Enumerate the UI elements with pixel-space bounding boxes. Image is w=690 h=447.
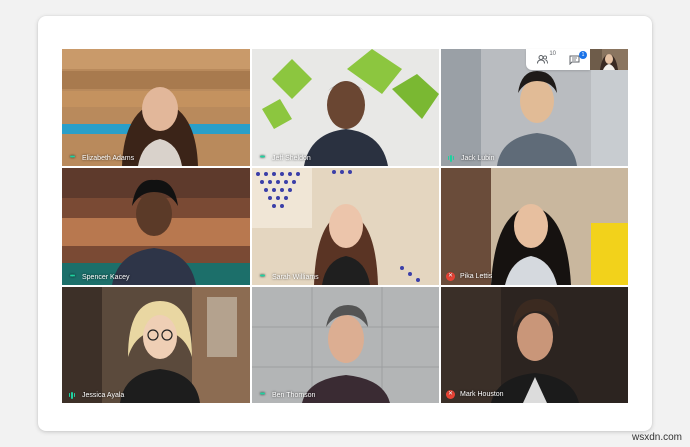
chat-unread-badge: 1 <box>579 51 587 59</box>
participant-name: Ben Thomson <box>272 391 316 399</box>
meeting-window: ••• Elizabeth Adams ••• Jeff Sheldon Jac… <box>38 16 652 431</box>
participant-nameplate: ••• Ben Thomson <box>257 391 316 399</box>
participant-nameplate: ••• Jeff Sheldon <box>257 154 311 162</box>
participant-tile[interactable]: Jessica Ayala <box>62 287 250 403</box>
participant-nameplate: ✕ Pika Lettis <box>446 272 492 281</box>
participant-name: Mark Houston <box>460 391 504 398</box>
participant-name: Jeff Sheldon <box>272 154 311 162</box>
participant-video <box>252 168 439 285</box>
participant-name: Spencer Kacey <box>82 273 130 281</box>
participant-count: 10 <box>549 51 556 57</box>
participant-name: Jessica Ayala <box>82 391 125 399</box>
audio-indicator-icon <box>446 154 456 162</box>
participant-nameplate: ✕ Mark Houston <box>446 390 504 399</box>
participant-name: Elizabeth Adams <box>82 154 135 162</box>
mic-muted-icon: ✕ <box>446 272 455 281</box>
participant-tile[interactable]: ✕ Pika Lettis <box>441 168 628 285</box>
participant-nameplate: ••• Elizabeth Adams <box>67 154 134 162</box>
participant-video <box>441 287 628 403</box>
audio-indicator-icon: ••• <box>259 273 265 280</box>
participant-video <box>62 49 250 166</box>
audio-indicator-icon: ••• <box>69 273 75 280</box>
participant-nameplate: Jack Lubin <box>446 154 494 162</box>
participant-tile[interactable]: ••• Spencer Kacey <box>62 168 250 285</box>
participant-name: Sarah Williams <box>272 273 319 281</box>
meeting-top-controls: 10 1 <box>526 49 590 70</box>
self-view-video <box>590 49 628 70</box>
audio-indicator-icon: ••• <box>259 154 265 161</box>
mic-muted-icon: ✕ <box>446 390 455 399</box>
participant-tile[interactable]: ✕ Mark Houston <box>441 287 628 403</box>
audio-indicator-icon <box>67 391 77 399</box>
participant-tile[interactable]: ••• Ben Thomson <box>252 287 439 403</box>
chat-button[interactable]: 1 <box>558 49 590 70</box>
participant-video <box>62 168 250 285</box>
participant-nameplate: ••• Spencer Kacey <box>67 273 130 281</box>
audio-indicator-icon: ••• <box>69 154 75 161</box>
participant-video <box>252 49 439 166</box>
participants-button[interactable]: 10 <box>526 49 558 70</box>
self-view-thumbnail[interactable] <box>590 49 628 70</box>
watermark: wsxdn.com <box>631 432 682 443</box>
participant-video <box>252 287 439 403</box>
participant-video <box>62 287 250 403</box>
participant-tile[interactable]: ••• Elizabeth Adams <box>62 49 250 166</box>
audio-indicator-icon: ••• <box>259 391 265 398</box>
people-icon <box>536 55 548 64</box>
participant-tile[interactable]: ••• Sarah Williams <box>252 168 439 285</box>
participant-tile[interactable]: ••• Jeff Sheldon <box>252 49 439 166</box>
chat-icon <box>569 55 579 65</box>
participant-nameplate: Jessica Ayala <box>67 391 124 399</box>
participant-grid: ••• Elizabeth Adams ••• Jeff Sheldon Jac… <box>62 49 628 403</box>
participant-name: Pika Lettis <box>460 273 493 280</box>
participant-nameplate: ••• Sarah Williams <box>257 273 319 281</box>
participant-video <box>441 168 628 285</box>
participant-name: Jack Lubin <box>461 154 495 162</box>
